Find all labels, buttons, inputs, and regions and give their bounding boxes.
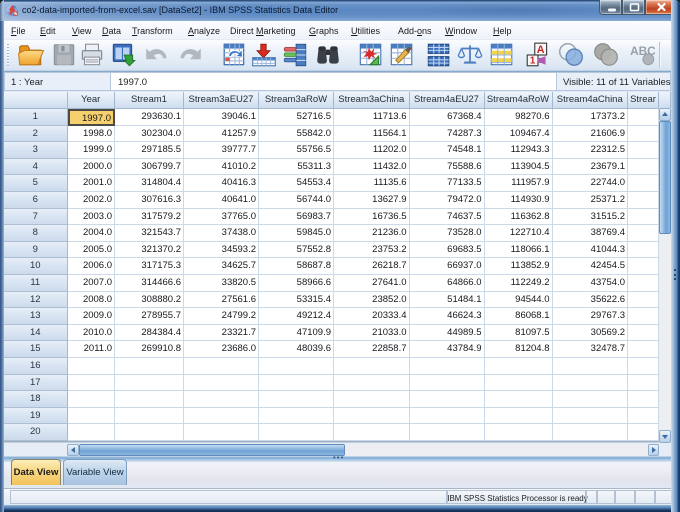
svg-text:A: A <box>537 44 545 56</box>
svg-text:1: 1 <box>530 56 536 67</box>
